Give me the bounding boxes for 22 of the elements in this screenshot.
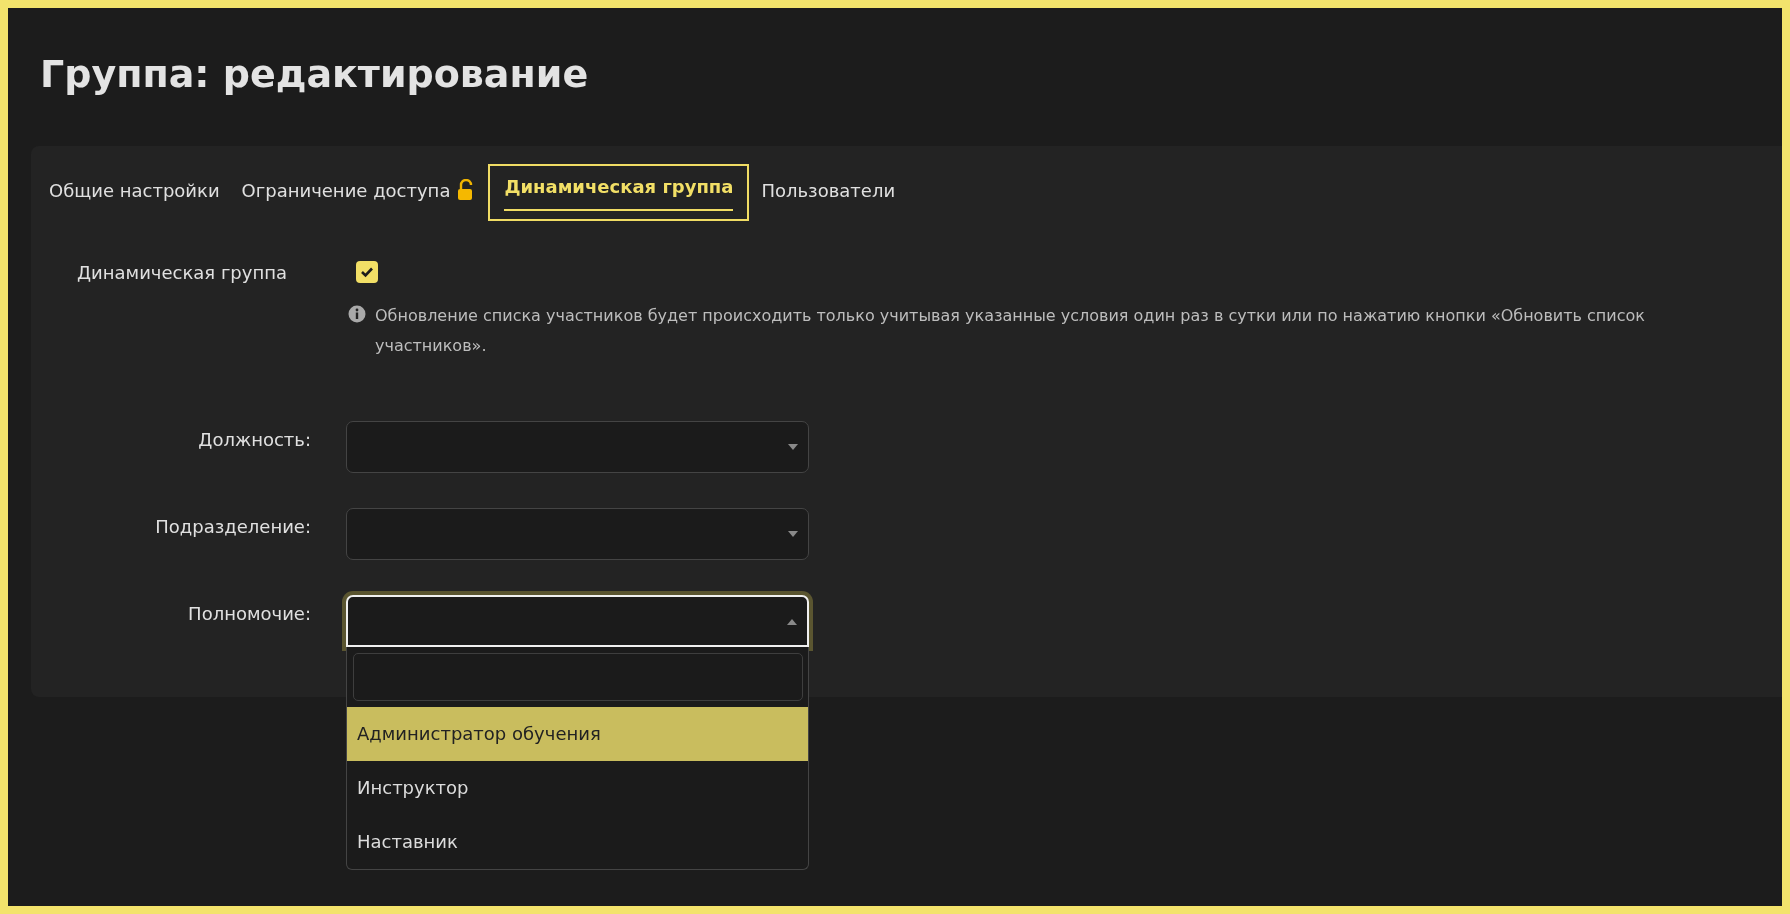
select-field[interactable] bbox=[346, 508, 809, 560]
checkbox[interactable] bbox=[356, 261, 378, 283]
dropdown-option[interactable]: Наставник bbox=[347, 815, 808, 869]
tab[interactable]: Динамическая группа bbox=[488, 163, 750, 221]
field-label: Полномочие: bbox=[187, 602, 311, 624]
info-text: Обновление списка участников будет происходить только учитывая указанные условия один раз в сутки или по нажатию кнопки «Обновить список участников». bbox=[375, 305, 1646, 357]
page-title: Группа: редактирование bbox=[40, 51, 590, 98]
caret-icon bbox=[787, 619, 797, 625]
info-icon bbox=[348, 305, 366, 323]
dropdown-option[interactable]: Администратор обучения bbox=[347, 707, 808, 761]
checkmark-icon bbox=[360, 266, 374, 278]
field-label: Динамическая группа bbox=[76, 261, 288, 283]
search-field[interactable] bbox=[353, 653, 803, 701]
tab[interactable]: Пользователи bbox=[751, 163, 906, 221]
select-field[interactable] bbox=[346, 421, 809, 473]
field-label: Должность: bbox=[197, 428, 311, 450]
tab[interactable]: Ограничение доступа bbox=[231, 163, 487, 221]
tab[interactable]: Общие настройки bbox=[39, 163, 230, 221]
caret-icon bbox=[788, 444, 798, 450]
caret-icon bbox=[788, 531, 798, 537]
dropdown-option[interactable]: Инструктор bbox=[347, 761, 808, 815]
field-label: Подразделение: bbox=[154, 515, 311, 537]
